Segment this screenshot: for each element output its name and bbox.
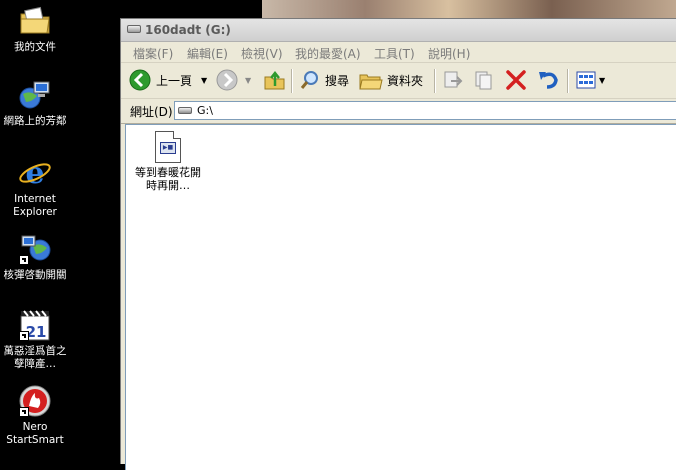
desktop-icon-label: 網路上的芳鄰 xyxy=(3,115,67,127)
shortcut-arrow-icon xyxy=(19,331,29,341)
folders-button[interactable]: 資料夾 xyxy=(359,68,423,92)
toolbar-separator xyxy=(567,69,569,93)
my-documents-folder-icon xyxy=(18,4,52,38)
network-places-icon xyxy=(18,78,52,112)
file-list-pane[interactable]: ▶■ 等到春暖花開時再開… xyxy=(125,124,676,470)
desktop-icon-label: 我的文件 xyxy=(14,41,56,53)
search-button[interactable]: 搜尋 xyxy=(299,68,349,92)
menu-favorites[interactable]: 我的最愛(A) xyxy=(295,45,361,62)
views-grid-icon xyxy=(576,71,596,89)
menu-view[interactable]: 檢視(V) xyxy=(241,45,283,62)
back-button[interactable]: 上一頁 ▼ xyxy=(129,68,207,92)
folders-icon xyxy=(359,74,383,90)
nero-icon xyxy=(18,384,52,418)
chevron-down-icon[interactable]: ▼ xyxy=(201,76,207,85)
toolbar-separator xyxy=(291,69,293,93)
shortcut-arrow-icon xyxy=(19,407,29,417)
desktop-icon-network-places[interactable]: 網路上的芳鄰 xyxy=(0,78,70,128)
address-value: G:\ xyxy=(197,104,213,117)
address-label: 網址(D) xyxy=(130,105,173,119)
copy-to-button[interactable] xyxy=(473,68,495,92)
drive-icon xyxy=(127,25,141,33)
svg-text:e: e xyxy=(25,156,44,190)
file-name: 等到春暖花開時再開… xyxy=(135,166,201,192)
copy-to-icon xyxy=(475,71,492,90)
delete-button[interactable] xyxy=(505,68,527,92)
drive-icon xyxy=(178,107,192,114)
window-title: 160dadt (G:) xyxy=(145,23,231,37)
desktop-icon-label: 萬惡淫爲首之孽障產… xyxy=(3,345,67,370)
desktop-icon-my-documents[interactable]: 我的文件 xyxy=(0,4,70,54)
menu-file[interactable]: 檔案(F) xyxy=(133,45,173,62)
address-bar: 網址(D) G:\ xyxy=(121,99,676,124)
video-screen-icon: ▶■ xyxy=(160,142,176,154)
folders-label: 資料夾 xyxy=(387,73,424,88)
desktop-icon-network-shortcut[interactable]: 核彈啓動開關 xyxy=(0,232,70,282)
title-bar[interactable]: 160dadt (G:) xyxy=(121,19,676,42)
chevron-down-icon[interactable]: ▼ xyxy=(245,76,251,85)
toolbar: 上一頁 ▼ ▼ 搜尋 資料夾 ▼ xyxy=(121,63,676,99)
back-label: 上一頁 xyxy=(156,73,193,88)
chevron-down-icon[interactable]: ▼ xyxy=(599,76,605,85)
delete-x-icon xyxy=(506,70,526,90)
menu-edit[interactable]: 編輯(E) xyxy=(187,45,228,62)
back-arrow-icon xyxy=(129,69,151,91)
move-to-icon xyxy=(444,71,463,88)
desktop-icon-label: Internet Explorer xyxy=(13,193,57,218)
desktop-icon-label: Nero StartSmart xyxy=(6,421,64,446)
desktop-icon-media-player[interactable]: 21 萬惡淫爲首之孽障產… xyxy=(0,308,70,371)
menu-bar: 檔案(F) 編輯(E) 檢視(V) 我的最愛(A) 工具(T) 說明(H) xyxy=(121,42,676,63)
forward-arrow-icon xyxy=(216,69,238,91)
wallpaper xyxy=(262,0,676,18)
search-label: 搜尋 xyxy=(325,73,350,88)
menu-tools[interactable]: 工具(T) xyxy=(374,45,415,62)
desktop-icon-label: 核彈啓動開關 xyxy=(3,269,67,281)
search-icon xyxy=(300,71,318,89)
toolbar-separator xyxy=(434,69,436,93)
views-button[interactable]: ▼ xyxy=(575,68,605,92)
up-folder-icon xyxy=(264,70,285,90)
address-input[interactable]: G:\ xyxy=(174,101,676,120)
undo-icon xyxy=(539,72,558,89)
undo-button[interactable] xyxy=(537,68,559,92)
up-folder-button[interactable] xyxy=(264,68,286,92)
network-shortcut-icon xyxy=(18,232,52,266)
forward-button[interactable]: ▼ xyxy=(216,68,251,92)
desktop-icon-internet-explorer[interactable]: e Internet Explorer xyxy=(0,156,70,219)
desktop-icon-nero[interactable]: Nero StartSmart xyxy=(0,384,70,447)
internet-explorer-icon: e xyxy=(18,156,52,191)
video-file-icon: ▶■ xyxy=(155,131,181,163)
move-to-button[interactable] xyxy=(441,68,463,92)
explorer-window[interactable]: 160dadt (G:) 檔案(F) 編輯(E) 檢視(V) 我的最愛(A) 工… xyxy=(120,18,676,470)
menu-help[interactable]: 說明(H) xyxy=(428,45,470,62)
media-player-classic-icon: 21 xyxy=(18,308,52,342)
shortcut-arrow-icon xyxy=(19,255,29,265)
file-item[interactable]: ▶■ 等到春暖花開時再開… xyxy=(132,131,204,192)
